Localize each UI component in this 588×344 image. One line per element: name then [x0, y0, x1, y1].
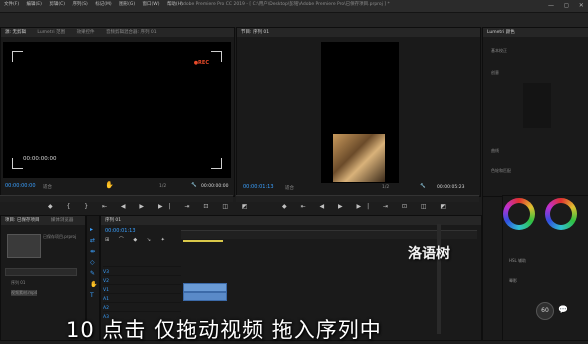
fps-badge: 60 — [536, 302, 554, 320]
source-page-select[interactable]: 1/2 — [159, 184, 166, 189]
timeline-timecode[interactable]: 00:00:01:13 — [105, 228, 136, 234]
screen-timecode: 00:00:00:00 — [23, 156, 57, 162]
menu-bar: 文件(F) 编辑(E) 剪辑(C) 序列(S) 标记(M) 图形(G) 窗口(W… — [4, 1, 189, 7]
timeline-ruler[interactable] — [181, 230, 477, 239]
window-title: Adobe Premiere Pro CC 2019 - [ C:\用户\Des… — [180, 2, 390, 7]
source-monitor-panel: 源: 无剪辑 Lumetri 范围 效果控件 音频剪辑混合器: 序列 01 ●R… — [0, 27, 235, 197]
audio-meters — [482, 195, 504, 341]
watermark-text: 洛语树 — [408, 246, 450, 262]
chat-icon[interactable]: 💬 — [558, 305, 568, 314]
timeline-tabs: 序列 01 — [101, 216, 481, 225]
tab-lumetri-color[interactable]: Lumetri 颜色 — [487, 30, 515, 35]
title-bar: 文件(F) 编辑(E) 剪辑(C) 序列(S) 标记(M) 图形(G) 窗口(W… — [0, 0, 588, 13]
source-monitor-tabs: 源: 无剪辑 Lumetri 范围 效果控件 音频剪辑混合器: 序列 01 — [1, 28, 234, 37]
menu-window[interactable]: 窗口(W) — [143, 2, 160, 7]
program-scrub-bar[interactable] — [236, 195, 479, 202]
audio-clip[interactable] — [183, 292, 227, 301]
program-fit-select[interactable]: 适合 — [285, 185, 294, 191]
program-page-select[interactable]: 1/2 — [382, 185, 389, 190]
wrench-icon[interactable]: 🔧 — [191, 183, 197, 188]
project-file-name: 已保存项目.prproj — [43, 234, 77, 239]
window-controls[interactable]: — ◻ ✕ — [548, 2, 588, 9]
source-video-screen[interactable]: ●REC 00:00:00:00 — [3, 42, 231, 178]
lumetri-tabs: Lumetri 颜色 — [483, 28, 588, 37]
work-area-bar[interactable] — [183, 240, 223, 242]
program-transport-controls[interactable]: ◆ ⇤ ◀ ▶ ▶| ⇥ ⊡ ◫ ◩ — [282, 203, 452, 210]
track-header-v2[interactable]: V2 — [103, 267, 181, 284]
source-scrub-bar[interactable] — [0, 195, 233, 202]
tab-audio-mixer[interactable]: 音频剪辑混合器: 序列 01 — [106, 30, 157, 35]
source-timecode-out: 00:00:00:00 — [201, 184, 229, 189]
project-search-input[interactable] — [5, 268, 77, 276]
menu-edit[interactable]: 编辑(E) — [27, 2, 42, 7]
workspace-bar — [0, 13, 588, 27]
color-wheel-left[interactable] — [503, 198, 535, 230]
program-monitor-panel: 节目: 序列 01 00:00:01:13 适合 1/2 🔧 00:00:05:… — [236, 27, 481, 197]
track-headers: V3 V2 V1 A1 A2 A3 — [103, 258, 181, 320]
project-item-video[interactable]: 视频素材.mp4 — [11, 290, 38, 296]
hand-icon[interactable]: ✋ — [105, 181, 114, 189]
source-timecode-in[interactable]: 00:00:00:00 — [5, 183, 36, 189]
tab-lumetri-scopes[interactable]: Lumetri 范围 — [37, 30, 65, 35]
track-header-a3[interactable]: A3 — [103, 303, 181, 320]
video-frame-thumbnail — [333, 134, 385, 182]
video-clip[interactable]: 视频素材.mp4 — [183, 283, 227, 300]
program-timecode-out: 00:00:05:23 — [437, 185, 465, 190]
tab-source[interactable]: 源: 无剪辑 — [5, 30, 26, 35]
frame-corner-bl — [12, 158, 23, 169]
lumetri-preview — [523, 83, 551, 128]
lumetri-wheels[interactable]: 色轮和匹配 — [491, 168, 511, 174]
track-header-a1[interactable]: A1 — [103, 285, 181, 302]
tab-effect-controls[interactable]: 效果控件 — [77, 30, 95, 35]
program-timecode-in[interactable]: 00:00:01:13 — [243, 184, 274, 190]
timeline-tool-icons[interactable]: ⊞ ⌒ ◆ ↘ ✦ — [105, 236, 169, 243]
project-tabs: 项目: 已保存项目 媒体浏览器 — [1, 216, 85, 225]
program-monitor-tabs: 节目: 序列 01 — [237, 28, 480, 37]
lumetri-panel: Lumetri 颜色 基本校正 创意 曲线 色轮和匹配 — [482, 27, 588, 197]
tab-sequence[interactable]: 序列 01 — [105, 218, 121, 223]
rec-indicator: ●REC — [193, 60, 209, 66]
tool-icons[interactable]: ▸ ⇄ ⇹ ◇ ✎ ✋ T — [90, 224, 97, 301]
source-transport-controls[interactable]: ◆ { } ⇤ ◀ ▶ ▶| ⇥ ⊡ ◫ ◩ — [48, 203, 254, 210]
track-header-v3[interactable]: V3 — [103, 258, 181, 275]
tab-media-browser[interactable]: 媒体浏览器 — [51, 218, 74, 223]
color-wheel-right[interactable] — [545, 198, 577, 230]
track-header-a2[interactable]: A2 — [103, 294, 181, 311]
lumetri-creative[interactable]: 创意 — [491, 70, 499, 76]
tutorial-subtitle: 10 点击 仅拖动视频 拖入序列中 — [66, 318, 382, 342]
lumetri-vignette[interactable]: 晕影 — [509, 278, 517, 284]
source-fit-select[interactable]: 适合 — [43, 184, 52, 190]
program-wrench-icon[interactable]: 🔧 — [420, 184, 426, 189]
project-preview-thumbnail — [7, 234, 41, 258]
project-item-sequence[interactable]: 序列 01 — [11, 280, 25, 286]
frame-corner-br — [211, 158, 222, 169]
track-header-v1[interactable]: V1 — [103, 276, 181, 293]
lumetri-basic[interactable]: 基本校正 — [491, 48, 507, 54]
program-video-screen[interactable] — [321, 42, 399, 183]
tab-project[interactable]: 项目: 已保存项目 — [5, 218, 39, 223]
tab-program[interactable]: 节目: 序列 01 — [241, 30, 269, 35]
menu-graphics[interactable]: 图形(G) — [119, 2, 135, 7]
menu-file[interactable]: 文件(F) — [4, 2, 19, 7]
frame-corner-tr — [211, 51, 222, 62]
lumetri-hsl[interactable]: HSL 辅助 — [509, 258, 526, 264]
menu-markers[interactable]: 标记(M) — [95, 2, 111, 7]
menu-sequence[interactable]: 序列(S) — [72, 2, 87, 7]
menu-clip[interactable]: 剪辑(C) — [49, 2, 65, 7]
frame-corner-tl — [12, 51, 23, 62]
timeline-scrollbar[interactable] — [437, 224, 441, 334]
lumetri-curves[interactable]: 曲线 — [491, 148, 499, 154]
